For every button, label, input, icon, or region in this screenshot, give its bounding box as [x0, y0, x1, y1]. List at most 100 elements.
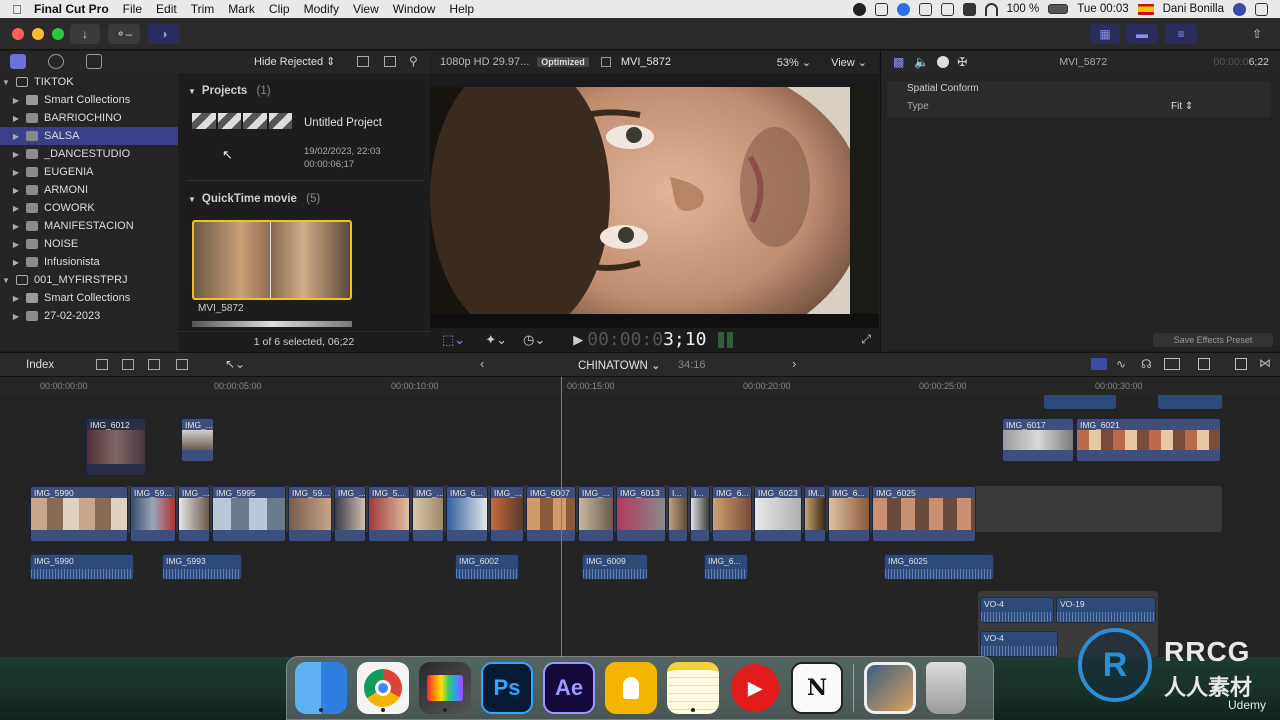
audio-clip[interactable]: IMG_5990 — [30, 554, 134, 580]
info-inspector-icon[interactable] — [937, 56, 950, 68]
notes-icon[interactable] — [667, 662, 719, 714]
snapping-icon[interactable] — [1164, 358, 1180, 370]
background-tasks-icon[interactable]: ◑ — [148, 24, 180, 44]
timeline[interactable]: IMG_6012 IMG_... IMG_6017 IMG_6021 VO-4 … — [0, 395, 1280, 657]
clip-appearance-icon[interactable] — [384, 56, 396, 67]
storyline-clip[interactable]: IMG_6023 — [754, 486, 802, 542]
show-timeline-icon[interactable]: ▬ — [1126, 24, 1158, 44]
preview-icon[interactable] — [864, 662, 916, 714]
event-27-02-2023[interactable]: ▶ 27-02-2023 — [0, 307, 178, 325]
video-inspector-icon[interactable]: ▩ — [893, 55, 904, 69]
storyline-clip[interactable]: IMG_6... — [446, 486, 488, 542]
enhance-wand-icon[interactable]: ✦⌄ — [485, 332, 507, 348]
connected-audio-clip[interactable] — [1044, 395, 1116, 409]
storyline-clip[interactable]: IMG_... — [490, 486, 524, 542]
audio-clip[interactable]: IMG_6009 — [582, 554, 648, 580]
siri-icon[interactable] — [1233, 2, 1246, 16]
app-menu[interactable]: Final Cut Pro — [34, 2, 109, 16]
audio-clip[interactable]: IMG_6... — [704, 554, 748, 580]
smart-collections-row[interactable]: ▶ Smart Collections — [0, 289, 178, 307]
timecode-display[interactable]: 00:00:03;10 — [587, 329, 706, 350]
audio-clip[interactable]: IMG_6002 — [455, 554, 519, 580]
s-icon[interactable] — [918, 2, 932, 16]
youtube-icon[interactable]: ▶ — [729, 662, 781, 714]
quicktime-section-header[interactable]: ▼ QuickTime movie (5) — [188, 193, 320, 205]
vo-clip[interactable]: VO-19 — [1056, 597, 1156, 623]
connect-clip-icon[interactable] — [96, 359, 108, 370]
viewer-format[interactable]: 1080p HD 29.97... — [440, 56, 529, 68]
zoom-window-button[interactable] — [52, 28, 64, 40]
overwrite-clip-icon[interactable] — [176, 359, 188, 370]
transitions-inspector-icon[interactable]: ✠ — [957, 55, 967, 69]
append-clip-icon[interactable] — [148, 359, 160, 370]
menu-modify[interactable]: Modify — [304, 2, 339, 16]
storyline-clip[interactable]: IMG_59... — [130, 486, 176, 542]
type-dropdown[interactable]: Fit ⇕ — [1171, 101, 1193, 112]
after-effects-icon[interactable]: Ae — [543, 662, 595, 714]
effects-browser-icon[interactable] — [1235, 358, 1247, 370]
final-cut-icon[interactable] — [419, 662, 471, 714]
menu-trim[interactable]: Trim — [191, 2, 215, 16]
storyline-clip[interactable]: IMG_6... — [828, 486, 870, 542]
libraries-icon[interactable] — [10, 54, 26, 69]
clip-appearance-icon[interactable] — [1198, 358, 1210, 370]
fullscreen-icon[interactable]: ⤢ — [861, 332, 871, 347]
keynote-icon[interactable] — [605, 662, 657, 714]
wifi-icon[interactable] — [984, 2, 998, 16]
storyline-clip[interactable]: IMG_5... — [368, 486, 410, 542]
event-barriochino[interactable]: ▶ BARRIOCHINO — [0, 109, 178, 127]
photoshop-icon[interactable]: Ps — [481, 662, 533, 714]
storyline-clip[interactable]: IMG_6... — [712, 486, 752, 542]
audio-clip[interactable]: IMG_5993 — [162, 554, 242, 580]
disclosure-closed-icon[interactable]: ▶ — [10, 168, 22, 177]
transitions-browser-icon[interactable]: ⋈ — [1259, 356, 1271, 370]
retime-icon[interactable]: ◷⌄ — [523, 332, 545, 348]
project-name-dropdown[interactable]: CHINATOWN ⌄ — [578, 358, 661, 372]
disclosure-closed-icon[interactable]: ▶ — [10, 240, 22, 249]
share-export-icon[interactable]: ⇧ — [1244, 24, 1270, 44]
vpn-icon[interactable] — [896, 2, 910, 16]
list-view-icon[interactable] — [357, 56, 369, 67]
connected-clip[interactable]: IMG_... — [181, 418, 214, 462]
disclosure-closed-icon[interactable]: ▶ — [10, 150, 22, 159]
select-tool-icon[interactable]: ↖⌄ — [225, 357, 245, 371]
menu-mark[interactable]: Mark — [228, 2, 255, 16]
trash-icon[interactable] — [926, 662, 966, 714]
close-window-button[interactable] — [12, 28, 24, 40]
audio-skimming-icon[interactable]: ∿ — [1116, 357, 1126, 371]
event-infusionista[interactable]: ▶ Infusionista — [0, 253, 178, 271]
battery-icon[interactable] — [1048, 4, 1069, 14]
disclosure-closed-icon[interactable]: ▶ — [10, 312, 22, 321]
disclosure-open-icon[interactable]: ▼ — [188, 195, 196, 204]
photos-audio-icon[interactable] — [48, 54, 64, 69]
storyline-clip[interactable]: IMG_... — [178, 486, 210, 542]
hide-rejected-dropdown[interactable]: Hide Rejected ⇕ — [254, 55, 335, 68]
storyline-clip[interactable]: IMG_... — [412, 486, 444, 542]
menu-edit[interactable]: Edit — [156, 2, 177, 16]
disclosure-closed-icon[interactable]: ▶ — [10, 258, 22, 267]
user-name[interactable]: Dani Bonilla — [1163, 3, 1224, 15]
viewer-canvas[interactable] — [430, 87, 879, 314]
library-001-myfirstprj[interactable]: ▼ 001_MYFIRSTPRJ — [0, 271, 178, 289]
disclosure-closed-icon[interactable]: ▶ — [10, 294, 22, 303]
storyline-clip[interactable]: IMG_6013 — [616, 486, 666, 542]
sliders-icon[interactable] — [940, 2, 954, 16]
connected-audio-clip[interactable] — [1158, 395, 1222, 409]
video-skimming-icon[interactable] — [1091, 358, 1107, 370]
smart-collections-row[interactable]: ▶ Smart Collections — [0, 91, 178, 109]
spatial-conform-title[interactable]: Spatial Conform — [907, 83, 979, 94]
back-arrow-icon[interactable]: ‹ — [480, 356, 484, 371]
storyline-clip[interactable]: IM... — [804, 486, 826, 542]
disclosure-closed-icon[interactable]: ▶ — [10, 132, 22, 141]
menu-file[interactable]: File — [123, 2, 142, 16]
library-tiktok[interactable]: ▼ TIKTOK — [0, 73, 178, 91]
storyline-clip[interactable]: IMG_6007 — [526, 486, 576, 542]
share-icon[interactable] — [874, 2, 888, 16]
disclosure-closed-icon[interactable]: ▶ — [10, 204, 22, 213]
event-dancestudio[interactable]: ▶ _DANCESTUDIO — [0, 145, 178, 163]
event-manifestacion[interactable]: ▶ MANIFESTACION — [0, 217, 178, 235]
disclosure-closed-icon[interactable]: ▶ — [10, 222, 22, 231]
event-eugenia[interactable]: ▶ EUGENIA — [0, 163, 178, 181]
next-clip-thumbnail[interactable] — [192, 321, 352, 327]
disclosure-open-icon[interactable]: ▼ — [0, 78, 12, 87]
